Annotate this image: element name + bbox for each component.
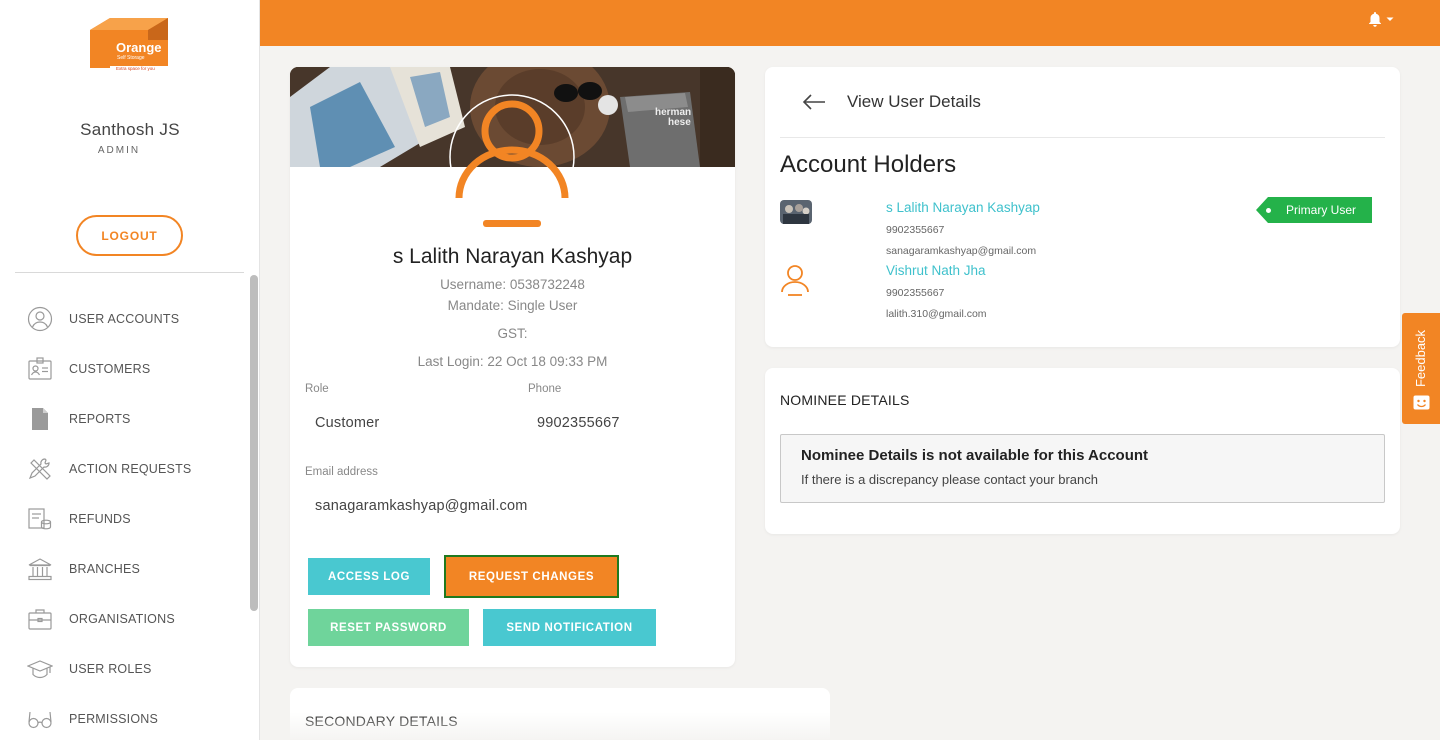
chevron-down-icon <box>1386 17 1394 21</box>
sidebar-item-label: USER ACCOUNTS <box>69 312 180 326</box>
profile-card: herman hese s Lalith Narayan Kashyap Use… <box>290 67 735 667</box>
user-avatar-icon <box>780 263 812 296</box>
notification-dropdown[interactable] <box>1368 9 1396 29</box>
secondary-details-card: SECONDARY DETAILS <box>290 688 830 740</box>
request-changes-button[interactable]: REQUEST CHANGES <box>444 555 619 598</box>
profile-name: s Lalith Narayan Kashyap <box>392 245 633 268</box>
role-value: Customer <box>315 415 380 431</box>
title-divider <box>780 137 1385 138</box>
secondary-heading: SECONDARY DETAILS <box>305 713 458 729</box>
sidebar-item-reports[interactable]: REPORTS <box>0 394 248 444</box>
user-circle-icon <box>27 306 53 332</box>
email-label: Email address <box>305 466 378 478</box>
logo-tagline: Extra space for you <box>116 66 155 71</box>
nominee-notice-text: If there is a discrepancy please contact… <box>801 472 1098 487</box>
logout-button[interactable]: LOGOUT <box>76 215 183 256</box>
sidebar-item-user-roles[interactable]: USER ROLES <box>0 644 248 694</box>
nominee-heading: NOMINEE DETAILS <box>780 392 910 408</box>
sidebar-item-branches[interactable]: BRANCHES <box>0 544 248 594</box>
profile-last-login: Last Login: 22 Oct 18 09:33 PM <box>417 354 608 369</box>
sidebar-item-label: REFUNDS <box>69 512 131 526</box>
sidebar-item-label: ORGANISATIONS <box>69 612 175 626</box>
sidebar-user-name: Santhosh JS <box>80 120 180 139</box>
sidebar-item-label: USER ROLES <box>69 662 152 676</box>
profile-avatar <box>445 94 580 234</box>
sidebar-item-action-requests[interactable]: ACTION REQUESTS <box>0 444 248 494</box>
send-notification-button[interactable]: SEND NOTIFICATION <box>483 609 656 646</box>
sidebar-user-role: ADMIN <box>97 145 141 156</box>
phone-value: 9902355667 <box>537 415 620 431</box>
svg-text:hese: hese <box>668 117 691 128</box>
smiley-icon <box>1413 395 1430 410</box>
reset-password-button[interactable]: RESET PASSWORD <box>308 609 469 646</box>
holder-name-link[interactable]: s Lalith Narayan Kashyap <box>886 200 1040 215</box>
briefcase-icon <box>28 609 52 630</box>
graduation-cap-icon <box>27 660 53 679</box>
sidebar-item-label: BRANCHES <box>69 562 141 576</box>
sidebar-item-customers[interactable]: CUSTOMERS <box>0 344 248 394</box>
holder-email: sanagaramkashyap@gmail.com <box>886 245 1037 257</box>
sidebar-item-refunds[interactable]: REFUNDS <box>0 494 248 544</box>
feedback-label-wrap: Feedback <box>1402 321 1440 396</box>
logo-subtext: Self Storage <box>117 55 145 61</box>
nominee-card: NOMINEE DETAILS Nominee Details is not a… <box>765 368 1400 534</box>
orange-logo[interactable]: Orange Self Storage Extra space for you <box>88 16 172 74</box>
sidebar-item-label: ACTION REQUESTS <box>69 462 192 476</box>
bell-icon <box>1369 12 1381 27</box>
sidebar: Orange Self Storage Extra space for you … <box>0 0 260 740</box>
logo-text: Orange <box>116 40 162 55</box>
document-icon <box>32 408 48 430</box>
sidebar-nav: USER ACCOUNTS CUSTOMERS REPORTS ACTION R… <box>0 294 248 740</box>
profile-mandate: Mandate: Single User <box>447 298 578 313</box>
sidebar-item-user-accounts[interactable]: USER ACCOUNTS <box>0 294 248 344</box>
sidebar-scrollbar[interactable] <box>250 275 258 611</box>
feedback-label: Feedback <box>1413 329 1429 388</box>
account-holders-title: Account Holders <box>780 151 957 178</box>
sidebar-item-permissions[interactable]: PERMISSIONS <box>0 694 248 740</box>
nominee-empty-notice: Nominee Details is not available for thi… <box>780 434 1385 503</box>
holder-email: lalith.310@gmail.com <box>886 308 987 320</box>
feedback-tab[interactable]: Feedback <box>1402 313 1440 424</box>
sidebar-item-label: REPORTS <box>69 412 131 426</box>
primary-user-badge: Primary User <box>1256 197 1372 223</box>
profile-username: Username: 0538732248 <box>440 277 585 292</box>
phone-label: Phone <box>528 383 562 395</box>
page-title: View User Details <box>847 92 981 111</box>
sidebar-divider <box>15 272 244 273</box>
holder-phone: 9902355667 <box>886 224 945 236</box>
tools-icon <box>28 458 51 480</box>
role-label: Role <box>305 383 329 395</box>
sidebar-item-label: CUSTOMERS <box>69 362 151 376</box>
sidebar-item-label: PERMISSIONS <box>69 712 159 726</box>
sidebar-item-organisations[interactable]: ORGANISATIONS <box>0 594 248 644</box>
holder-phone: 9902355667 <box>886 287 945 299</box>
top-bar <box>260 0 1440 46</box>
holder-name-link[interactable]: Vishrut Nath Jha <box>886 263 986 278</box>
arrow-left-icon <box>802 94 825 110</box>
nominee-notice-title: Nominee Details is not available for thi… <box>801 447 1149 464</box>
email-value: sanagaramkashyap@gmail.com <box>315 498 528 514</box>
user-details-card: View User Details Account Holders s Lali… <box>765 67 1400 347</box>
holder-photo <box>780 200 812 232</box>
access-log-button[interactable]: ACCESS LOG <box>308 558 430 595</box>
refund-icon <box>28 508 52 530</box>
back-button[interactable] <box>801 91 827 113</box>
glasses-icon <box>28 711 52 729</box>
profile-gst: GST: <box>497 326 528 341</box>
id-card-icon <box>28 357 52 380</box>
bank-icon <box>28 558 52 581</box>
